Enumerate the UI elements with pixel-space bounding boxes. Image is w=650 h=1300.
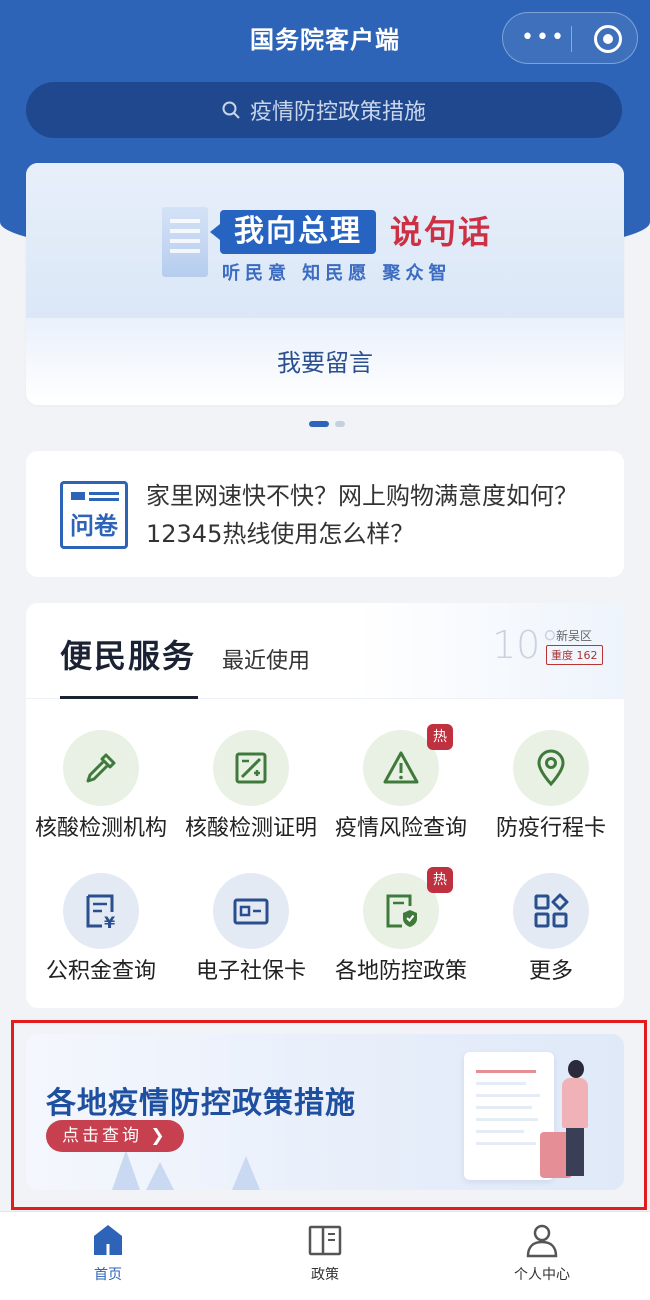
service-more[interactable]: 更多 [476,873,624,993]
air-quality-badge: 重度 162 [546,645,603,665]
service-nucleic-test-certificate[interactable]: 核酸检测证明 [176,730,326,850]
service-label: 各地防控政策 [334,959,467,984]
service-nucleic-test-institution[interactable]: 核酸检测机构 [26,730,176,850]
search-icon [222,101,240,119]
book-icon [308,1225,342,1256]
tab-label: 政策 [311,1267,339,1283]
tab-personal-center[interactable]: 个人中心 [434,1212,650,1300]
decor-tree [112,1150,140,1190]
service-label: 更多 [528,959,573,984]
services-panel: 便民服务 最近使用 10° 新吴区 重度 162 核酸检测机构 核酸检测证明 热… [26,603,624,1008]
service-housing-fund-query[interactable]: ¥ 公积金查询 [26,873,176,993]
service-travel-card[interactable]: 防疫行程卡 [476,730,624,850]
indicator-active-dot [309,421,329,427]
decor-tree [146,1162,174,1190]
traveler-body [562,1078,588,1128]
banner-carousel[interactable]: 我向总理 说句话 听民意 知民愿 聚众智 我要留言 [26,163,624,405]
banner-image: 我向总理 说句话 听民意 知民愿 聚众智 [26,163,624,318]
banner-slogan-main: 我向总理 [210,210,376,254]
indicator-dot [335,421,345,427]
questionnaire-icon: 问卷 [60,481,128,549]
promo-title: 各地疫情防控政策措施 [46,1086,356,1121]
service-label: 核酸检测证明 [184,816,317,841]
capsule-divider [571,26,572,52]
hot-badge: 热 [427,724,453,750]
hot-badge: 热 [427,867,453,893]
service-local-control-policies[interactable]: 热 各地防控政策 [326,867,476,993]
more-options-icon[interactable]: ••• [521,26,566,50]
policy-promo-banner[interactable]: 各地疫情防控政策措施 点击查询 ❯ [26,1034,624,1190]
traveler-legs [566,1128,584,1176]
survey-card[interactable]: 问卷 家里网速快不快？网上购物满意度如何？12345热线使用怎么样？ [26,451,624,577]
user-icon [526,1224,558,1258]
close-target-icon[interactable] [594,25,622,53]
service-label: 核酸检测机构 [34,816,167,841]
grid-more-icon [534,893,569,928]
survey-text: 家里网速快不快？网上购物满意度如何？12345热线使用怎么样？ [146,482,578,548]
decor-tree [232,1156,260,1190]
service-label: 防疫行程卡 [495,816,606,841]
svg-text:¥: ¥ [104,913,115,930]
service-label: 电子社保卡 [195,959,306,984]
shield-document-icon [386,894,417,928]
tab-home[interactable]: 首页 [0,1212,216,1300]
fund-document-icon: ¥ [86,894,115,930]
banner-slogan-accent: 说句话 [390,213,493,251]
weather-district: 新吴区 [556,629,593,643]
tab-label: 首页 [94,1267,122,1283]
tab-label: 个人中心 [514,1267,570,1283]
service-social-security-card[interactable]: 电子社保卡 [176,873,326,993]
tab-convenience-services[interactable]: 便民服务 [60,631,196,677]
questionnaire-icon-label: 问卷 [70,512,118,540]
home-icon [94,1225,122,1255]
banner-slogan-sub: 听民意 知民愿 聚众智 [222,263,452,284]
service-epidemic-risk-query[interactable]: 热 疫情风险查询 [326,724,476,850]
search-bar[interactable]: 疫情防控政策措施 [26,82,622,138]
promo-query-button[interactable]: 点击查询 ❯ [46,1120,184,1152]
service-label: 疫情风险查询 [334,816,467,841]
leave-message-button[interactable]: 我要留言 [26,343,624,378]
certificate-icon [235,752,267,784]
dropper-icon [86,753,116,783]
location-pin-icon [537,749,565,787]
active-tab-underline [60,696,198,699]
tab-policy[interactable]: 政策 [217,1212,433,1300]
mini-program-capsule: ••• [502,12,638,64]
bottom-tab-bar: 首页 政策 个人中心 [0,1211,650,1300]
search-placeholder: 疫情防控政策措施 [249,100,426,125]
tab-recently-used[interactable]: 最近使用 [222,643,310,675]
warning-icon [383,751,419,784]
service-label: 公积金查询 [45,959,156,984]
id-card-icon [233,898,269,925]
traveler-illustration [568,1060,584,1078]
document-icon [162,207,208,277]
